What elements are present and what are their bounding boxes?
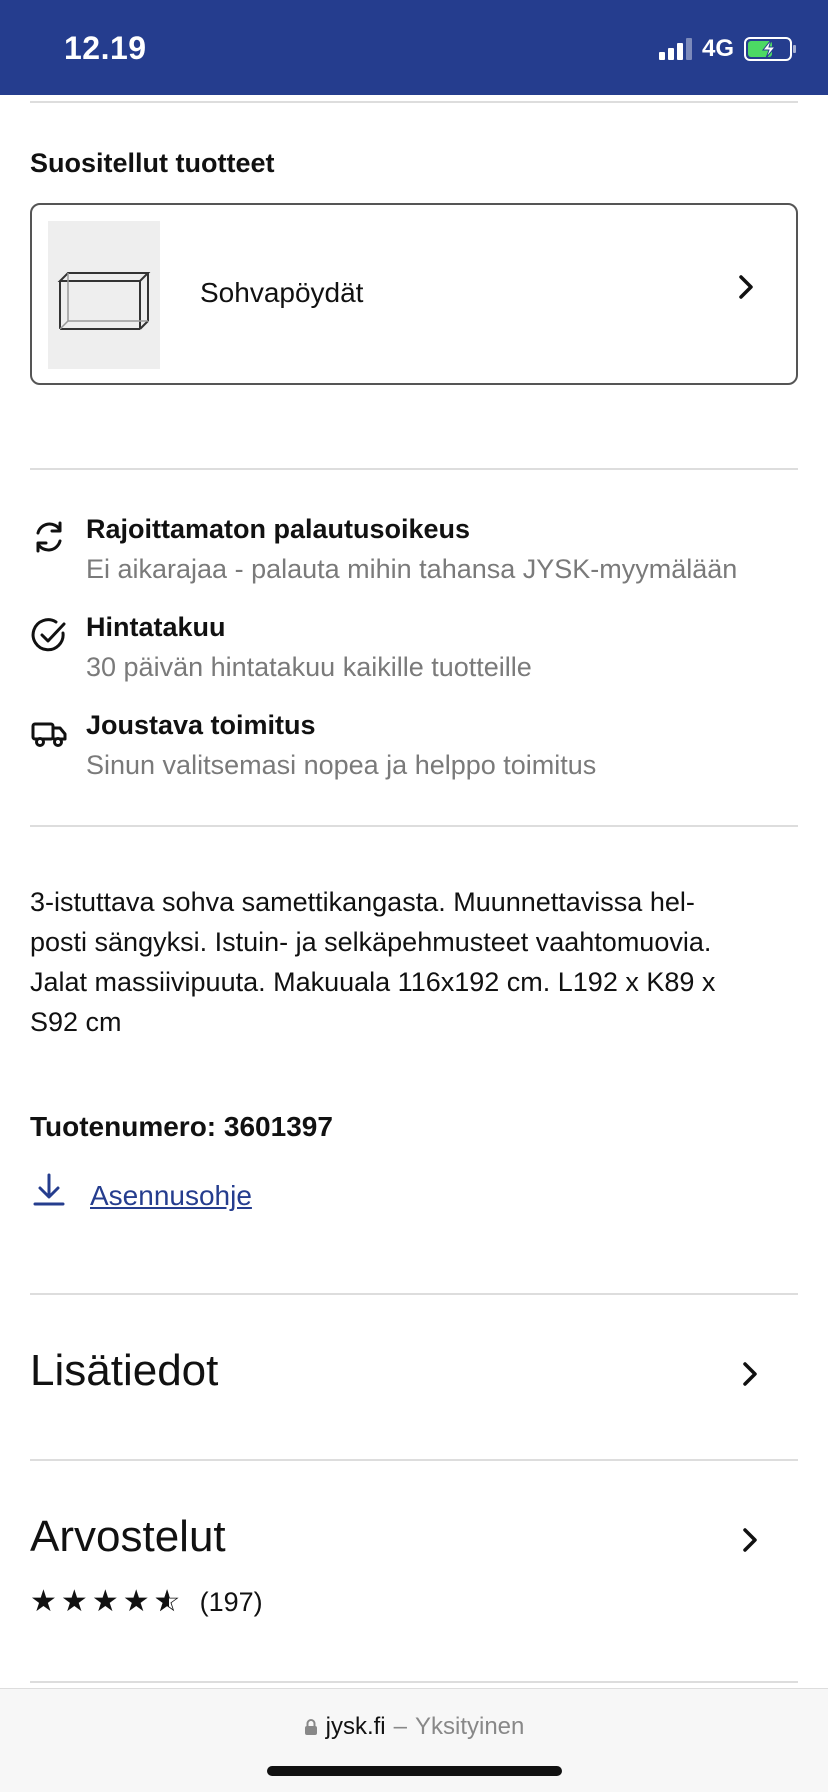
url-separator: –	[393, 1713, 407, 1740]
browser-bottom-bar: jysk.fi – Yksityinen	[0, 1688, 828, 1792]
details-title: Lisätiedot	[30, 1346, 219, 1395]
review-count: (197)	[199, 1586, 263, 1617]
description-line: 3-istuttava sohva samettikangasta. Muunn…	[30, 887, 695, 917]
usp-subtitle: Sinun valitsemasi nopea ja helppo toimit…	[86, 750, 597, 780]
star-rating: ★ ★ ★ ★ ☆ ★ (197)	[30, 1582, 263, 1622]
usp-price-guarantee: Hintatakuu 30 päivän hintatakuu kaikille…	[30, 612, 800, 702]
check-circle-icon	[31, 618, 66, 652]
product-description: 3-istuttava sohva samettikangasta. Muunn…	[30, 882, 800, 1042]
divider	[30, 1293, 798, 1295]
lock-icon	[304, 1719, 317, 1735]
usp-subtitle: 30 päivän hintatakuu kaikille tuotteille	[86, 652, 532, 682]
download-icon	[33, 1173, 65, 1206]
description-line: S92 cm	[30, 1007, 122, 1037]
chevron-right-icon	[743, 1362, 757, 1386]
reviews-title: Arvostelut	[30, 1512, 226, 1561]
recommended-product-card[interactable]: Sohvapöydät	[30, 203, 798, 385]
description-line: Jalat massiivipuuta. Makuuala 116x192 cm…	[30, 967, 716, 997]
status-indicators: 4G	[658, 35, 798, 63]
chevron-right-icon	[743, 1528, 757, 1552]
usp-title: Joustava toimitus	[86, 710, 316, 740]
status-bar: 12.19 4G	[0, 0, 828, 95]
star-icon: ★	[30, 1585, 57, 1618]
assembly-manual-row[interactable]: Asennusohje	[30, 1166, 430, 1216]
divider	[30, 101, 798, 103]
delivery-truck-icon	[31, 722, 67, 747]
network-type: 4G	[701, 35, 734, 62]
usp-subtitle: Ei aikarajaa - palauta mihin tahansa JYS…	[86, 554, 738, 584]
assembly-manual-link[interactable]: Asennusohje	[90, 1180, 252, 1212]
private-mode-label: Yksityinen	[414, 1713, 525, 1740]
usp-returns: Rajoittamaton palautusoikeus Ei aikaraja…	[30, 514, 800, 604]
reviews-accordion[interactable]: Arvostelut	[30, 1502, 798, 1582]
product-number: Tuotenumero: 3601397	[30, 1111, 333, 1142]
refresh-icon	[36, 521, 62, 553]
recommended-item-label: Sohvapöydät	[200, 277, 364, 308]
divider	[30, 825, 798, 827]
description-line: posti sängyksi. Istuin- ja selkäpehmuste…	[30, 927, 712, 957]
signal-strength-icon	[658, 38, 692, 60]
status-time: 12.19	[64, 30, 147, 66]
coffee-table-thumbnail	[48, 221, 160, 369]
divider	[30, 1681, 798, 1683]
battery-charging-icon	[744, 37, 796, 61]
url-domain: jysk.fi	[325, 1713, 386, 1740]
divider	[30, 1459, 798, 1461]
address-bar[interactable]: jysk.fi – Yksityinen	[0, 1713, 828, 1741]
coffee-table-image	[57, 272, 151, 330]
details-accordion[interactable]: Lisätiedot	[30, 1336, 798, 1416]
usp-delivery: Joustava toimitus Sinun valitsemasi nope…	[30, 710, 800, 800]
divider	[30, 468, 798, 470]
half-star-icon: ☆ ★	[153, 1585, 181, 1618]
chevron-right-icon	[739, 275, 753, 299]
recommended-heading: Suositellut tuotteet	[30, 148, 275, 178]
usp-title: Rajoittamaton palautusoikeus	[86, 514, 471, 544]
star-icon: ★	[91, 1585, 119, 1618]
star-icon: ★	[122, 1585, 150, 1618]
star-icon: ★	[60, 1585, 88, 1618]
usp-title: Hintatakuu	[86, 612, 226, 642]
home-indicator[interactable]	[267, 1766, 562, 1776]
